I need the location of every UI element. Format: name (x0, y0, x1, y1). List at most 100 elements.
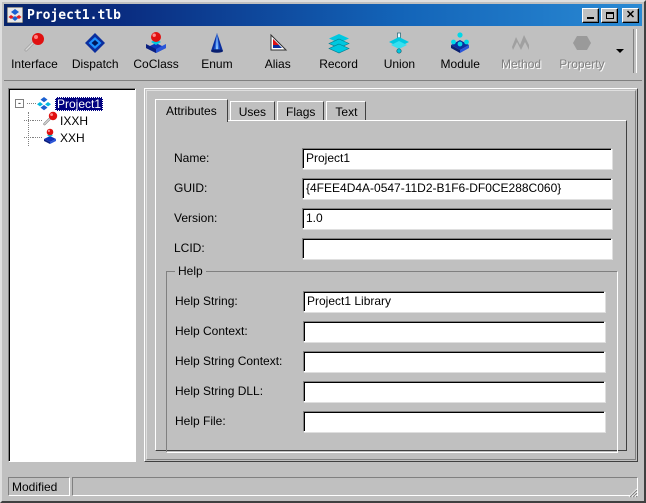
version-input[interactable]: 1.0 (302, 207, 612, 229)
toolbar-label: Record (319, 57, 358, 71)
toolbar-label: Module (440, 57, 480, 71)
toolbar-button-record[interactable]: Record (308, 26, 369, 78)
name-input[interactable]: Project1 (302, 147, 612, 169)
toolbar-button-method[interactable]: Method (491, 26, 552, 78)
field-label-help-string-dll: Help String DLL: (175, 384, 264, 398)
tree-item-label[interactable]: Project1 (55, 96, 104, 111)
tree-root-container: - Project1 IXXH XXH (9, 89, 135, 146)
typelib-icon (6, 6, 24, 24)
details-pane-inner: Attributes Uses Flags Text Name: Project… (146, 90, 636, 460)
tree-connector (27, 102, 36, 105)
tab-label: Text (335, 104, 358, 119)
details-pane: Attributes Uses Flags Text Name: Project… (144, 88, 638, 462)
field-label-name: Name: (174, 151, 210, 165)
tab-text[interactable]: Text (326, 101, 367, 121)
enum-icon (202, 30, 232, 56)
toolbar-label: Dispatch (71, 57, 119, 71)
toolbar-separator (632, 29, 637, 73)
attributes-panel: Name: Project1 GUID: {4FEE4D4A-0547-11D2… (155, 120, 627, 453)
field-row-help-string: Help String: Project1 Library (175, 290, 607, 312)
field-label-version: Version: (174, 211, 218, 225)
toolbar-button-interface[interactable]: Interface (4, 26, 65, 78)
window-title: Project1.tlb (27, 7, 121, 23)
toolbar-button-coclass[interactable]: CoClass (126, 26, 187, 78)
field-row-help-string-dll: Help String DLL: (175, 380, 607, 402)
toolbar-label: Property (559, 57, 605, 71)
tree-connector (33, 119, 42, 122)
help-string-dll-input[interactable] (303, 380, 605, 402)
tree-connector (24, 136, 33, 139)
tab-flags[interactable]: Flags (277, 101, 325, 121)
help-group-box: Help Help String: Project1 Library Help … (166, 264, 618, 453)
tree-connector (24, 119, 33, 122)
field-label-help-string: Help String: (175, 294, 238, 308)
union-icon (384, 30, 414, 56)
close-button[interactable]: ✕ (622, 7, 639, 23)
title-bar[interactable]: Project1.tlb ✕ (4, 4, 642, 26)
toolbar-label: Method (501, 57, 542, 71)
toolbar-label: Alias (264, 57, 291, 71)
status-panel-message (72, 477, 638, 496)
field-label-help-context: Help Context: (175, 324, 248, 338)
tree-item-label[interactable]: XXH (58, 131, 87, 145)
chevron-down-icon (616, 49, 625, 53)
field-row-lcid: LCID: (174, 237, 614, 259)
tree-item-ixxh[interactable]: IXXH (15, 111, 135, 129)
maximize-icon (605, 11, 614, 19)
field-row-help-string-context: Help String Context: (175, 350, 607, 372)
field-row-version: Version: 1.0 (174, 207, 614, 229)
tab-strip: Attributes Uses Flags Text (155, 99, 368, 122)
toolbar-label: CoClass (133, 57, 179, 71)
resize-grip-icon[interactable] (626, 486, 638, 498)
tab-uses[interactable]: Uses (229, 101, 276, 121)
toolbar-overflow-button[interactable] (612, 26, 628, 76)
guid-input[interactable]: {4FEE4D4A-0547-11D2-B1F6-DF0CE288C060} (302, 177, 612, 199)
toolbar-label: Union (383, 57, 416, 71)
alias-icon (263, 30, 293, 56)
tree-item-label[interactable]: IXXH (58, 114, 90, 128)
field-row-guid: GUID: {4FEE4D4A-0547-11D2-B1F6-DF0CE288C… (174, 177, 614, 199)
record-icon (324, 30, 354, 56)
help-context-input[interactable] (303, 320, 605, 342)
toolbar-button-union[interactable]: Union (369, 26, 430, 78)
method-icon (506, 30, 536, 56)
toolbar-button-property[interactable]: Property (551, 26, 612, 78)
help-string-input[interactable]: Project1 Library (303, 290, 605, 312)
field-label-help-string-context: Help String Context: (175, 354, 283, 368)
tree-connector (33, 136, 42, 139)
tree-expander[interactable]: - (15, 99, 24, 108)
close-icon: ✕ (625, 9, 636, 21)
toolbar-label: Enum (201, 57, 233, 71)
tree-item-project1[interactable]: - Project1 (15, 95, 135, 146)
tab-attributes[interactable]: Attributes (155, 99, 228, 122)
toolbar: Interface Dispatch CoClass Enum Alias Re… (4, 26, 642, 81)
client-area: - Project1 IXXH XXH Attributes Uses Flag… (4, 82, 642, 470)
status-panel-modified: Modified (8, 477, 70, 496)
application-window: Project1.tlb ✕ Interface Dispatch CoClas… (0, 0, 646, 503)
dispatch-icon (80, 30, 110, 56)
toolbar-button-alias[interactable]: Alias (247, 26, 308, 78)
module-icon (445, 30, 475, 56)
lcid-input[interactable] (302, 237, 612, 259)
window-controls: ✕ (582, 7, 639, 23)
field-row-name: Name: Project1 (174, 147, 614, 169)
field-label-lcid: LCID: (174, 241, 205, 255)
field-row-help-file: Help File: (175, 410, 607, 432)
type-library-tree[interactable]: - Project1 IXXH XXH (8, 88, 136, 462)
toolbar-button-dispatch[interactable]: Dispatch (65, 26, 126, 78)
field-label-help-file: Help File: (175, 414, 226, 428)
status-bar: Modified (4, 472, 642, 501)
tab-label: Uses (238, 104, 267, 119)
toolbar-button-module[interactable]: Module (430, 26, 491, 78)
typelib-icon (36, 96, 52, 112)
maximize-button[interactable] (601, 7, 618, 23)
minimize-button[interactable] (582, 7, 599, 23)
tab-label: Flags (286, 104, 316, 119)
coclass-icon (42, 128, 58, 147)
help-file-input[interactable] (303, 410, 605, 432)
coclass-icon (141, 30, 171, 56)
minimize-icon (587, 17, 594, 19)
toolbar-button-enum[interactable]: Enum (186, 26, 247, 78)
tree-item-xxh[interactable]: XXH (15, 128, 135, 147)
help-string-context-input[interactable] (303, 350, 605, 372)
